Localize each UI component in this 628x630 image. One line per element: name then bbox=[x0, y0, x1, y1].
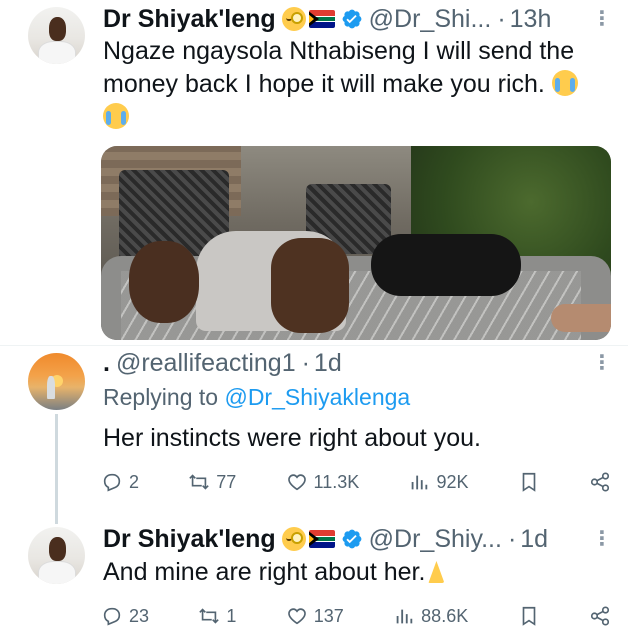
separator-dot: · bbox=[497, 4, 506, 33]
tweet-header: Dr Shiyak'leng @Dr_Shi... · 13h bbox=[103, 4, 551, 34]
name-emoji-group bbox=[281, 527, 335, 551]
tweet-header: Dr Shiyak'leng @Dr_Shiy... · 1d bbox=[103, 524, 548, 554]
reply-icon bbox=[103, 607, 121, 626]
tweet-text-body: And mine are right about her. bbox=[103, 558, 426, 586]
author-name[interactable]: Dr Shiyak'leng bbox=[103, 5, 276, 34]
replying-to-label: Replying to bbox=[103, 384, 219, 410]
thread-connector-line bbox=[55, 414, 58, 524]
retweet-count: 77 bbox=[216, 471, 237, 492]
bookmark-button[interactable] bbox=[518, 605, 540, 627]
author-handle[interactable]: @Dr_Shiy... bbox=[369, 525, 502, 554]
reply-icon bbox=[103, 473, 121, 492]
verified-badge-icon[interactable] bbox=[341, 8, 363, 30]
views-bar-chart-icon bbox=[396, 609, 413, 624]
reply-button[interactable]: 23 bbox=[101, 605, 149, 627]
loudly-crying-face-emoji bbox=[103, 103, 129, 129]
bookmark-icon bbox=[522, 606, 535, 626]
more-options-icon[interactable]: ⋮ bbox=[592, 6, 612, 31]
verified-badge-icon[interactable] bbox=[341, 528, 363, 550]
author-avatar[interactable] bbox=[28, 7, 85, 64]
share-button[interactable] bbox=[589, 605, 611, 627]
tweet-text: Her instincts were right about you. bbox=[103, 424, 481, 452]
reply-count: 2 bbox=[129, 471, 140, 492]
share-icon bbox=[590, 606, 610, 626]
separator-dot: · bbox=[507, 524, 517, 553]
views-count: 88.6K bbox=[421, 605, 469, 626]
tweet-text: And mine are right about her. bbox=[103, 556, 447, 589]
retweet-icon bbox=[189, 474, 210, 490]
tweet-header: . @reallifeacting1 · 1d bbox=[103, 348, 342, 378]
name-emoji-group bbox=[281, 7, 335, 31]
more-options-icon[interactable]: ⋮ bbox=[592, 526, 612, 551]
tweet-text-body: Ngaze ngaysola Nthabiseng I will send th… bbox=[103, 37, 575, 98]
tweet-3[interactable]: Dr Shiyak'leng @Dr_Shiy... · 1d ⋮ And mi… bbox=[0, 520, 628, 630]
retweet-icon bbox=[199, 608, 220, 624]
author-prefix: . bbox=[103, 348, 110, 377]
share-button[interactable] bbox=[589, 471, 611, 493]
more-options-icon[interactable]: ⋮ bbox=[592, 350, 612, 375]
author-handle[interactable]: @Dr_Shi... bbox=[369, 5, 492, 34]
author-name[interactable]: Dr Shiyak'leng bbox=[103, 525, 276, 554]
like-button[interactable]: 137 bbox=[286, 605, 344, 627]
face-with-monocle-emoji bbox=[281, 527, 306, 551]
retweet-button[interactable]: 1 bbox=[198, 605, 236, 627]
retweet-button[interactable]: 77 bbox=[188, 471, 236, 493]
heart-icon bbox=[287, 608, 306, 625]
reply-button[interactable]: 2 bbox=[101, 471, 139, 493]
share-icon bbox=[590, 472, 610, 492]
views-button[interactable]: 92K bbox=[408, 471, 468, 493]
action-bar: 23 1 137 88.6K bbox=[101, 602, 611, 630]
reply-count: 23 bbox=[129, 605, 150, 626]
heart-icon bbox=[287, 474, 306, 491]
bookmark-button[interactable] bbox=[518, 471, 540, 493]
loudly-crying-face-emoji bbox=[551, 70, 578, 96]
action-bar: 2 77 11.3K 92K bbox=[101, 468, 611, 496]
author-handle[interactable]: @reallifeacting1 bbox=[116, 349, 296, 378]
retweet-count: 1 bbox=[226, 605, 237, 626]
views-bar-chart-icon bbox=[412, 475, 428, 490]
replying-to: Replying to @Dr_Shiyaklenga bbox=[103, 384, 410, 411]
face-with-monocle-emoji bbox=[281, 7, 306, 31]
replier-avatar[interactable] bbox=[28, 353, 85, 410]
like-count: 11.3K bbox=[313, 471, 360, 492]
tweet-1[interactable]: Dr Shiyak'leng @Dr_Shi... · 13h ⋮ Ngaze … bbox=[0, 0, 628, 345]
replying-to-mention[interactable]: @Dr_Shiyaklenga bbox=[224, 384, 410, 410]
like-count: 137 bbox=[313, 605, 344, 626]
like-button[interactable]: 11.3K bbox=[286, 471, 360, 493]
separator-dot: · bbox=[301, 348, 310, 377]
tweet-2[interactable]: . @reallifeacting1 · 1d ⋮ Replying to @D… bbox=[0, 346, 628, 506]
tweet-timestamp[interactable]: 1d bbox=[314, 349, 342, 378]
south-africa-flag-emoji bbox=[308, 530, 335, 548]
tweet-text: Ngaze ngaysola Nthabiseng I will send th… bbox=[103, 35, 618, 134]
tweet-image[interactable] bbox=[101, 146, 611, 340]
bookmark-icon bbox=[522, 472, 536, 492]
views-count: 92K bbox=[436, 471, 469, 492]
author-avatar[interactable] bbox=[28, 527, 85, 584]
views-button[interactable]: 88.6K bbox=[393, 605, 468, 627]
tweet-timestamp[interactable]: 13h bbox=[510, 5, 552, 34]
south-africa-flag-emoji bbox=[308, 10, 335, 28]
tweet-timestamp[interactable]: 1d bbox=[520, 525, 548, 554]
folded-hands-emoji bbox=[425, 559, 447, 583]
